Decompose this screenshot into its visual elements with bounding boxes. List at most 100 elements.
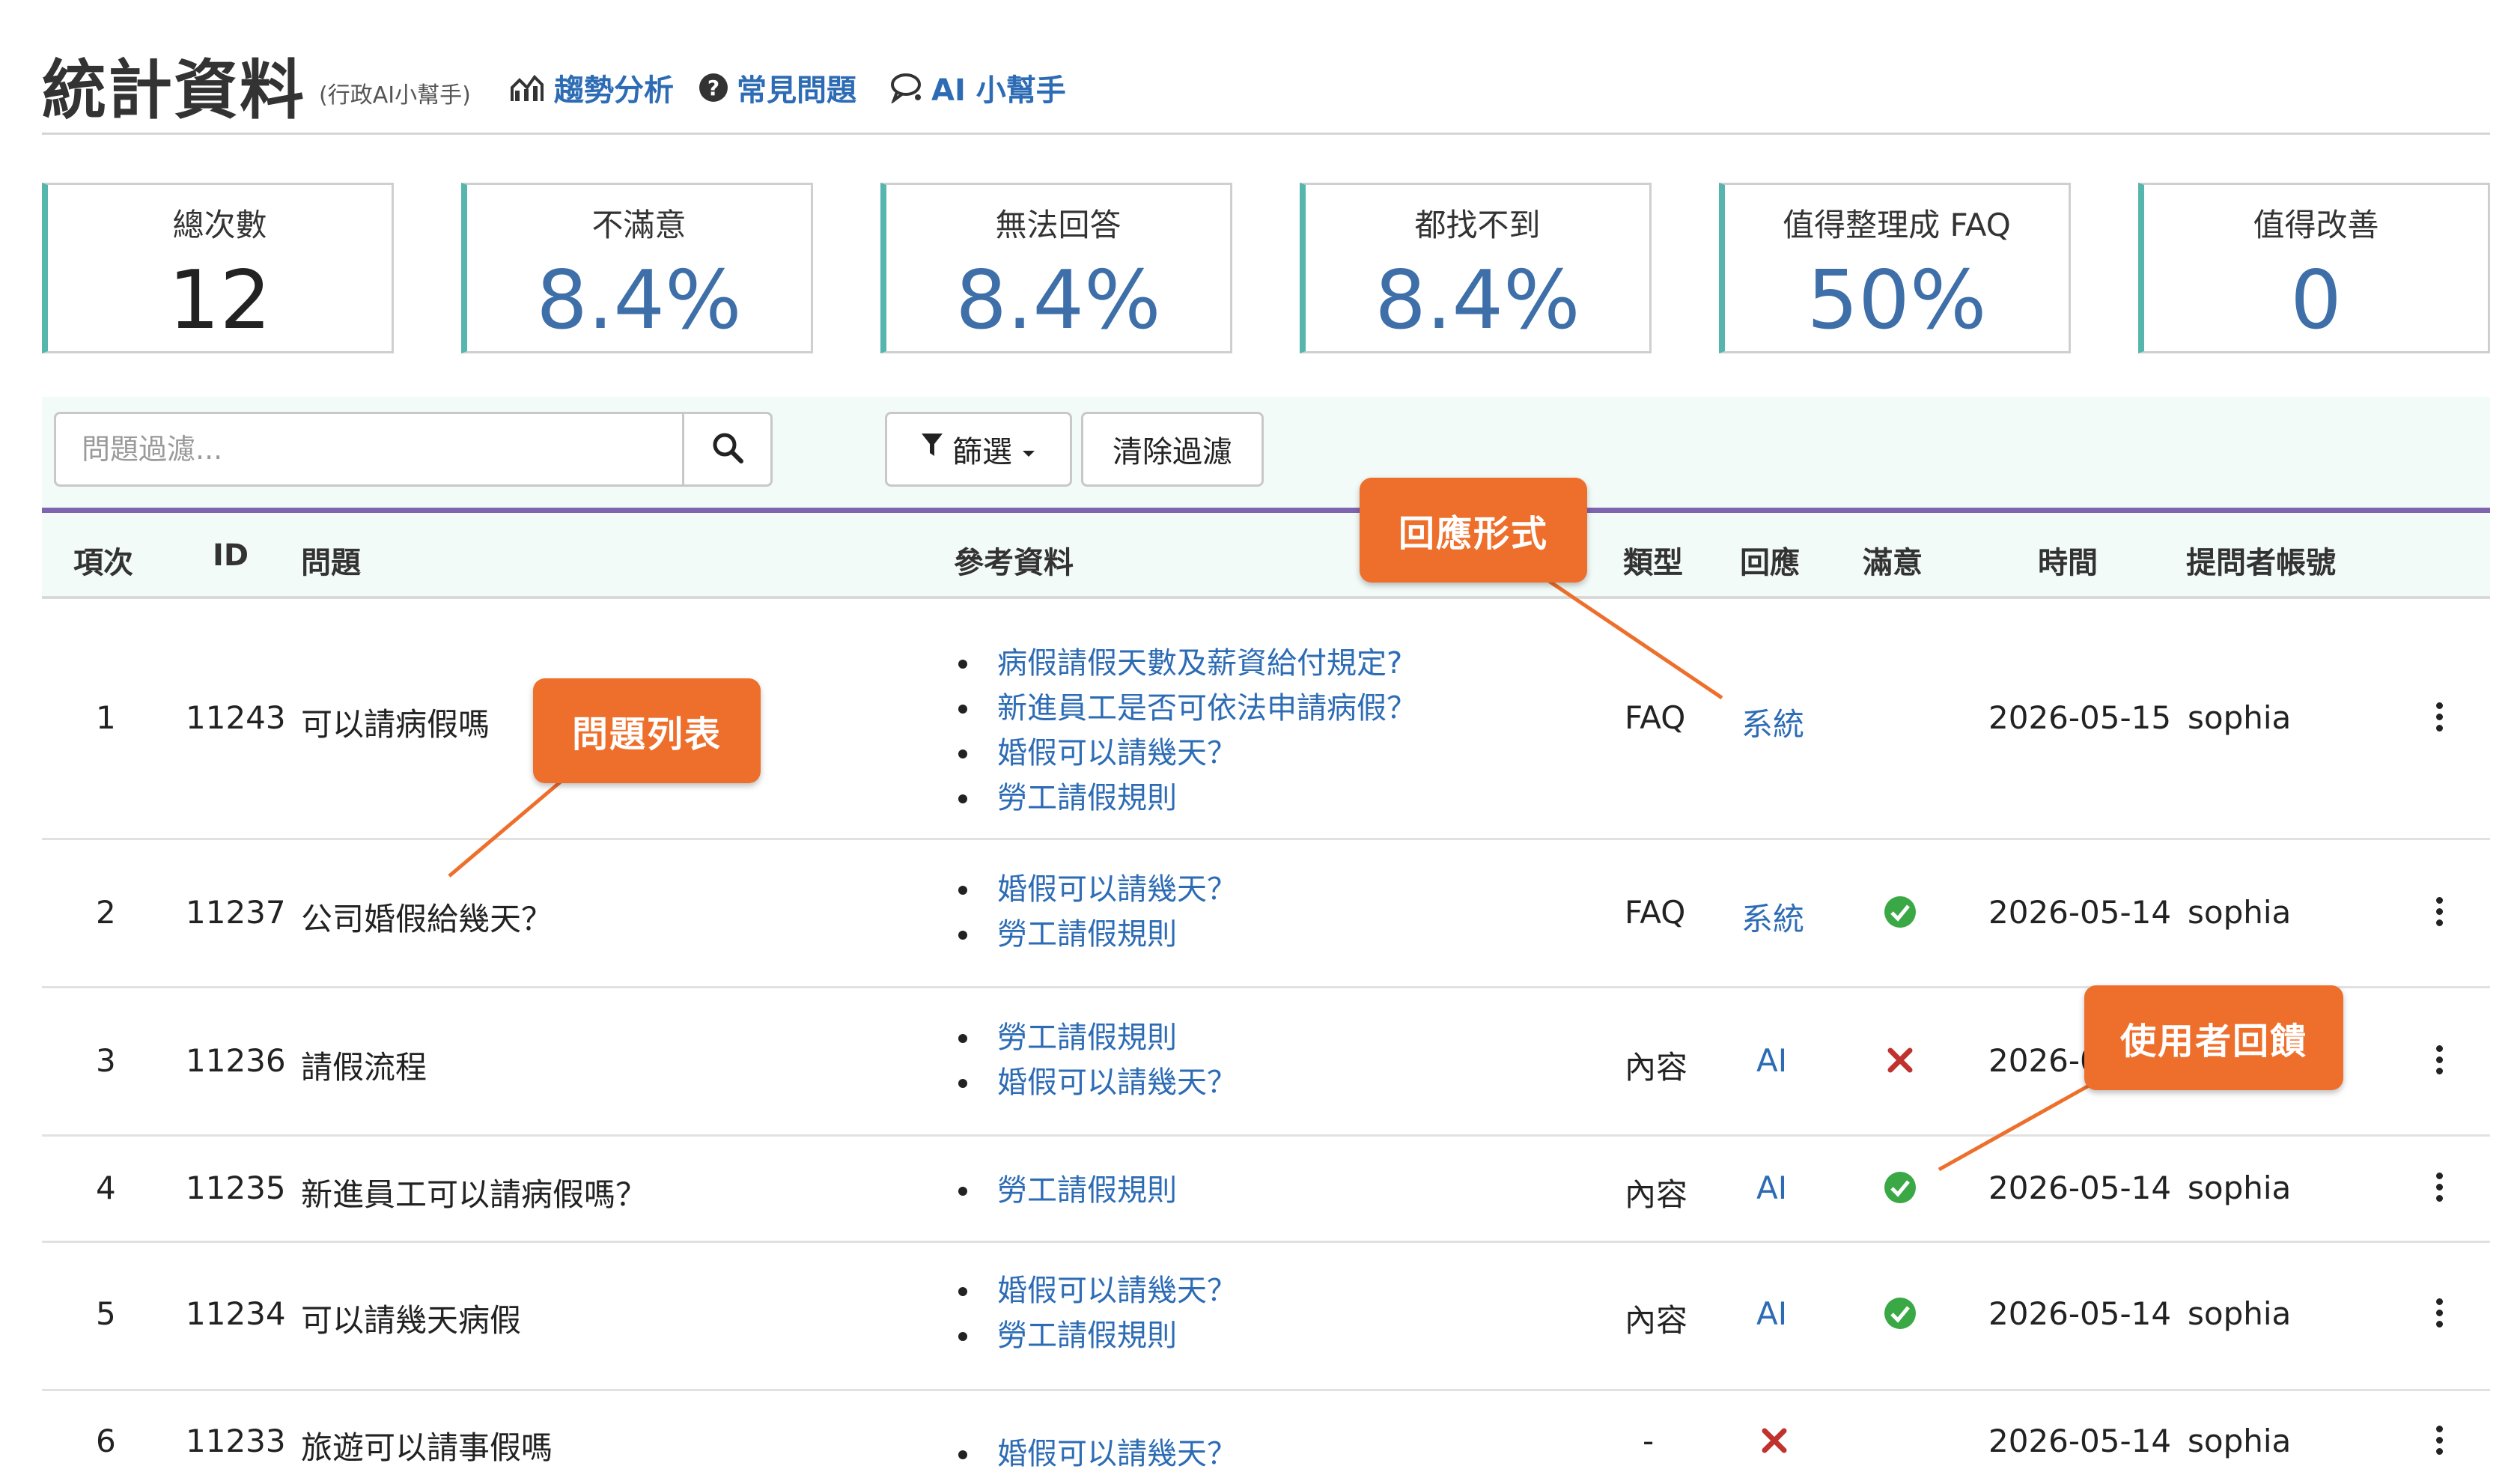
row-response-link[interactable]: AI [1756,1042,1787,1079]
table-row[interactable]: 6 11233 旅遊可以請事假嗎 婚假可以請幾天？ - 2026-05-14 s… [42,1391,2490,1484]
cross-icon [1887,1047,1914,1077]
row-id: 11237 [186,894,286,931]
row-index: 2 [96,894,116,931]
col-refs-header[interactable]: 參考資料 [954,538,1074,582]
row-question: 新進員工可以請病假嗎？ [301,1176,648,1213]
row-index: 4 [96,1170,116,1206]
row-id: 11233 [186,1423,286,1459]
row-index: 3 [96,1042,116,1079]
row-refs-list: 婚假可以請幾天？ 勞工請假規則 [952,867,1237,957]
stat-card-unanswerable: 無法回答 8.4% [880,183,1232,353]
row-response-link[interactable]: 系統 [1741,699,1804,745]
ref-link[interactable]: 病假請假天數及薪資給付規定? [952,641,1416,686]
stat-label: 不滿意 [591,207,687,243]
ref-link[interactable]: 勞工請假規則 [952,1168,1177,1213]
question-filter-input[interactable] [56,414,682,484]
col-id-header[interactable]: ID [213,538,249,573]
table-row[interactable]: 2 11237 公司婚假給幾天？ 婚假可以請幾天？ 勞工請假規則 FAQ 系統 … [42,840,2490,988]
stat-card-improve: 值得改善 0 [2138,183,2490,353]
row-user: sophia [2188,1170,2292,1206]
col-question-header[interactable]: 問題 [301,538,361,582]
filter-dropdown-button[interactable]: 篩選 [885,412,1072,487]
row-question: 公司婚假給幾天？ [301,901,553,937]
check-circle-icon [1884,895,1917,931]
row-more-icon[interactable] [2430,897,2448,926]
check-circle-icon [1884,1171,1917,1207]
ref-link[interactable]: 勞工請假規則 [952,912,1237,957]
stat-label: 值得整理成 FAQ [1783,207,2011,243]
table-header: 項次 ID 問題 參考資料 類型 回應 滿意 時間 提問者帳號 [42,508,2490,599]
col-index-header[interactable]: 項次 [73,538,133,582]
stat-value: 8.4% [536,254,742,347]
row-time: 2026-05-14 [1988,1423,2172,1459]
row-time: 2026-05-14 [1988,1295,2172,1332]
stat-value: 50% [1807,254,1987,347]
ref-link[interactable]: 婚假可以請幾天？ [952,731,1416,776]
row-response-link[interactable]: AI [1756,1170,1787,1206]
ref-link[interactable]: 勞工請假規則 [952,1313,1237,1358]
row-user: sophia [2188,1295,2292,1332]
row-index: 5 [96,1295,116,1332]
search-box [54,412,773,487]
row-user: sophia [2188,1423,2292,1459]
faq-label: 常見問題 [737,73,856,108]
row-response-link[interactable]: 系統 [1741,894,1804,940]
row-more-icon[interactable] [2430,1045,2448,1074]
stat-value: 8.4% [955,254,1161,347]
row-time: 2026-05-15 [1988,699,2172,736]
filter-icon [921,432,943,466]
row-user: sophia [2188,699,2292,736]
row-question: 可以請幾天病假 [301,1302,522,1339]
row-more-icon[interactable] [2430,702,2448,732]
trend-analysis-link[interactable]: 趨勢分析 [509,66,674,109]
table-row[interactable]: 5 11234 可以請幾天病假 婚假可以請幾天？ 勞工請假規則 內容 AI 20… [42,1243,2490,1391]
row-more-icon[interactable] [2430,1173,2448,1202]
question-circle-icon: ? [698,72,729,103]
col-satisfied-header[interactable]: 滿意 [1863,538,1923,582]
row-index: 1 [96,699,116,736]
ref-link[interactable]: 勞工請假規則 [952,1015,1237,1060]
row-refs-list: 婚假可以請幾天？ 勞工請假規則 [952,1268,1237,1358]
faq-link[interactable]: ? 常見問題 [698,66,856,109]
search-button[interactable] [682,414,770,484]
check-circle-icon [1884,1297,1917,1333]
ref-link[interactable]: 新進員工是否可依法申請病假？ [952,686,1416,731]
row-question: 旅遊可以請事假嗎 [301,1429,553,1466]
col-time-header[interactable]: 時間 [2038,538,2098,582]
ref-link[interactable]: 婚假可以請幾天？ [952,1060,1237,1105]
chat-bubble-icon [889,72,924,103]
row-refs-list: 婚假可以請幾天？ [952,1432,1237,1477]
ref-link[interactable]: 婚假可以請幾天？ [952,867,1237,912]
ai-helper-link[interactable]: AI 小幫手 [889,66,1066,109]
col-type-header[interactable]: 類型 [1623,538,1683,582]
ref-link[interactable]: 婚假可以請幾天？ [952,1268,1237,1313]
cross-icon [1761,1427,1788,1457]
ref-link[interactable]: 婚假可以請幾天？ [952,1432,1237,1477]
row-type: 內容 [1625,1049,1688,1086]
row-refs-list: 勞工請假規則 婚假可以請幾天？ [952,1015,1237,1105]
stat-card-not-found: 都找不到 8.4% [1300,183,1652,353]
stat-value: 12 [168,254,272,347]
clear-filter-button[interactable]: 清除過濾 [1081,412,1264,487]
row-index: 6 [96,1423,116,1459]
page-title: 統計資料 [42,53,305,128]
col-user-header[interactable]: 提問者帳號 [2186,538,2336,582]
table-row[interactable]: 1 11243 可以請病假嗎 病假請假天數及薪資給付規定? 新進員工是否可依法申… [42,599,2490,840]
trend-analysis-label: 趨勢分析 [554,73,674,108]
stat-card-unsatisfied: 不滿意 8.4% [461,183,813,353]
ai-helper-label: AI 小幫手 [931,73,1066,108]
row-question: 請假流程 [301,1049,427,1086]
clear-filter-label: 清除過濾 [1113,435,1232,469]
row-type: 內容 [1625,1176,1688,1213]
row-more-icon[interactable] [2430,1298,2448,1328]
row-id: 11243 [186,699,286,736]
row-more-icon[interactable] [2430,1426,2448,1455]
table-row[interactable]: 4 11235 新進員工可以請病假嗎？ 勞工請假規則 內容 AI 2026-05… [42,1137,2490,1243]
row-type: FAQ [1625,699,1686,736]
filter-bar: 篩選 清除過濾 [42,397,2490,509]
row-type: - [1643,1423,1655,1459]
ref-link[interactable]: 勞工請假規則 [952,776,1416,821]
row-response-link[interactable]: AI [1756,1295,1787,1332]
col-response-header[interactable]: 回應 [1740,538,1800,582]
filter-label: 篩選 [952,435,1012,469]
